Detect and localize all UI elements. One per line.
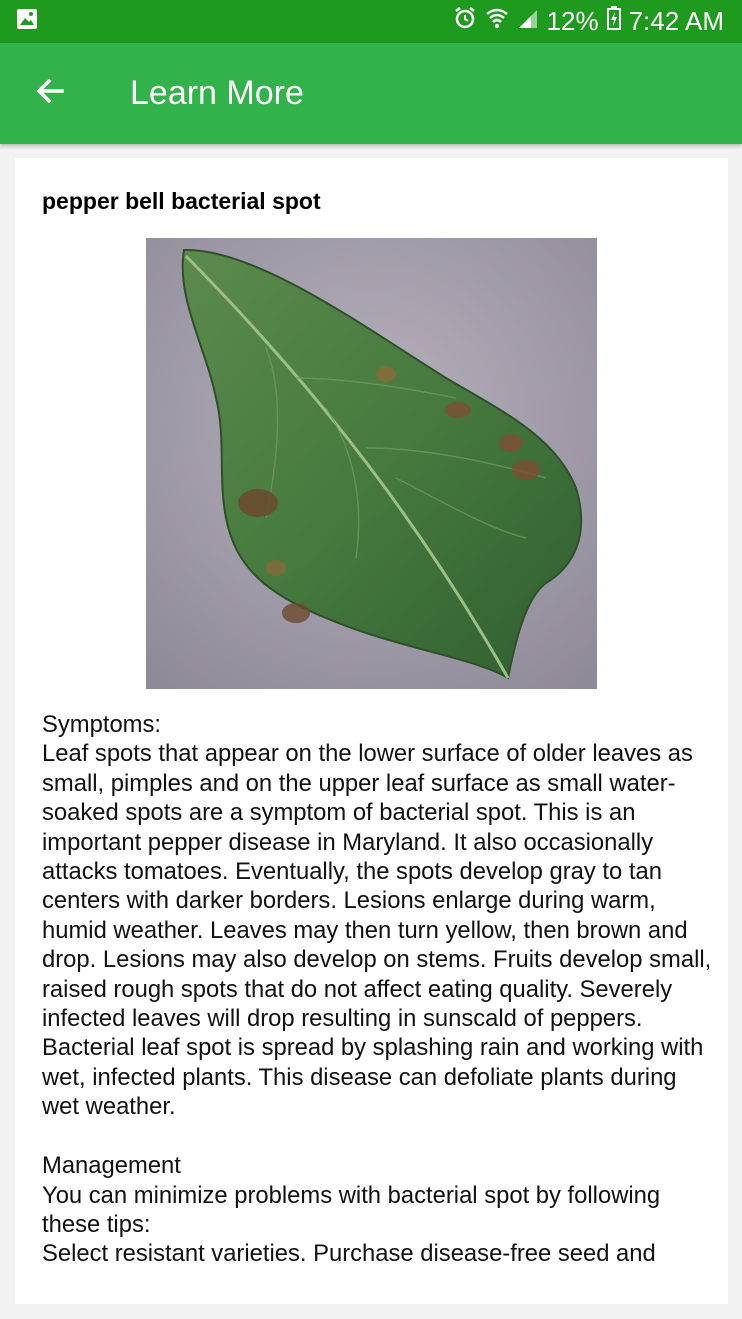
image-icon [16,8,38,35]
status-bar: 12% 7:42 AM [0,0,742,43]
battery-charging-icon [606,6,621,37]
signal-icon [517,6,539,37]
leaf-photo [146,238,597,689]
app-bar: Learn More [0,43,742,144]
content-card[interactable]: pepper bell bacterial spot Symptoms: Lea… [15,158,728,1304]
clock: 7:42 AM [628,6,724,36]
battery-percent: 12% [546,6,599,36]
back-button[interactable] [0,43,100,144]
disease-title: pepper bell bacterial spot [42,188,321,214]
wifi-icon [485,6,509,37]
back-arrow-icon [34,75,66,112]
alarm-icon [453,6,477,37]
page-title: Learn More [130,74,304,112]
description-text: Symptoms: Leaf spots that appear on the … [42,711,712,1268]
